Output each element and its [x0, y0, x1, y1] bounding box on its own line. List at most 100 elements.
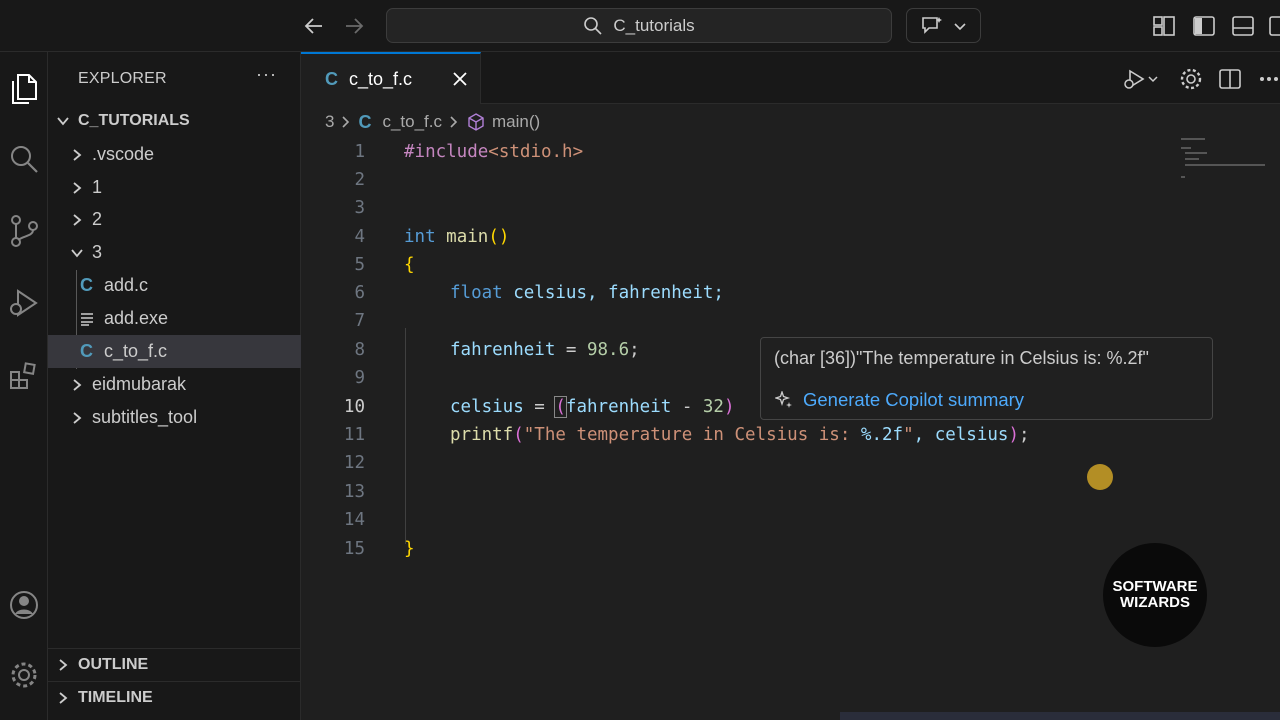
title-bar: C_tutorials — [0, 0, 1280, 52]
tree-item-label: c_to_f.c — [104, 341, 168, 361]
tree-item-folder-2[interactable]: 2 — [48, 203, 301, 236]
line-number: 5 — [354, 255, 365, 275]
line-number: 1 — [354, 142, 365, 162]
search-activity-icon[interactable] — [0, 134, 48, 184]
settings-gear-icon[interactable] — [1178, 66, 1204, 92]
run-debug-icon[interactable] — [0, 278, 48, 328]
code-line-5: { — [404, 255, 415, 275]
tree-item-label: 1 — [92, 177, 103, 197]
tree-item-folder-1[interactable]: 1 — [48, 171, 301, 204]
breadcrumb-folder[interactable]: 3 — [325, 112, 334, 132]
software-wizards-logo: SOFTWARE WIZARDS — [1103, 543, 1207, 647]
search-icon — [584, 16, 602, 35]
tree-item-label: 2 — [92, 209, 103, 229]
toggle-panel-icon[interactable] — [1231, 14, 1255, 43]
chevron-down-icon — [1148, 76, 1158, 83]
debug-run-icon — [1124, 69, 1145, 89]
toggle-sidebar-icon[interactable] — [1192, 14, 1216, 43]
more-actions-icon[interactable] — [1256, 66, 1280, 92]
line-number: 6 — [354, 283, 365, 303]
line-number: 7 — [354, 311, 365, 331]
line-number: 3 — [354, 198, 365, 218]
c-file-icon: C — [80, 341, 93, 361]
explorer-title: EXPLORER — [78, 70, 167, 87]
line-number-current: 10 — [343, 397, 365, 417]
tree-item-eidmubarak[interactable]: eidmubarak — [48, 368, 301, 401]
c-file-icon: C — [325, 68, 338, 89]
chevron-right-icon — [73, 411, 82, 424]
timeline-label: TIMELINE — [78, 688, 153, 706]
c-file-icon: C — [358, 111, 372, 132]
customize-layout-icon[interactable] — [1152, 14, 1176, 43]
outline-section[interactable]: OUTLINE — [48, 648, 301, 681]
gear-icon[interactable] — [0, 650, 48, 700]
copilot-chat-icon — [921, 16, 942, 34]
tree-item-add-c[interactable]: C add.c — [48, 269, 301, 302]
more-actions-icon[interactable]: ··· — [256, 64, 277, 85]
cube-symbol-icon — [468, 113, 484, 131]
file-lines-icon — [81, 312, 93, 326]
code-line-6: float celsius, fahrenheit; — [450, 283, 724, 303]
tab-label: c_to_f.c — [349, 68, 413, 89]
search-text: C_tutorials — [613, 15, 695, 35]
line-number: 8 — [354, 340, 365, 360]
generate-copilot-summary-link[interactable]: Generate Copilot summary — [775, 389, 1024, 411]
line-number: 14 — [343, 510, 365, 530]
chevron-right-icon — [59, 691, 68, 704]
line-number: 13 — [343, 482, 365, 502]
code-line-10: celsius = (fahrenheit - 32) — [450, 396, 735, 418]
tree-item-vscode[interactable]: .vscode — [48, 138, 301, 171]
line-number: 11 — [343, 425, 365, 445]
tree-item-subtitles-tool[interactable]: subtitles_tool — [48, 401, 301, 434]
breadcrumb: 3 C c_to_f.c main() — [325, 110, 540, 134]
line-number: 12 — [343, 453, 365, 473]
hover-signature: (char [36])"The temperature in Celsius i… — [774, 348, 1149, 368]
workspace-root-label: C_TUTORIALS — [78, 111, 190, 129]
command-center-search[interactable]: C_tutorials — [386, 8, 892, 43]
chevron-right-icon — [73, 148, 82, 161]
generate-copilot-summary-label: Generate Copilot summary — [803, 389, 1025, 410]
chevron-down-icon — [71, 248, 83, 257]
tree-item-folder-3[interactable]: 3 — [48, 236, 301, 269]
chevron-down-icon — [954, 22, 966, 30]
c-file-icon: C — [80, 275, 93, 295]
sparkle-icon — [775, 391, 792, 408]
indent-guide — [405, 328, 406, 544]
workspace-root[interactable]: C_TUTORIALS — [48, 104, 301, 137]
chevron-right-icon — [342, 116, 350, 128]
hover-tooltip: (char [36])"The temperature in Celsius i… — [760, 337, 1213, 420]
chevron-down-icon — [57, 116, 69, 125]
timeline-section[interactable]: TIMELINE — [48, 681, 301, 714]
back-arrow-icon[interactable] — [300, 12, 328, 40]
extensions-icon[interactable] — [0, 350, 48, 400]
code-line-4: int main() — [404, 227, 510, 247]
tree-item-label: subtitles_tool — [92, 407, 198, 427]
tree-item-label: 3 — [92, 242, 103, 262]
toggle-secondary-sidebar-icon[interactable] — [1268, 14, 1280, 43]
code-line-11: printf("The temperature in Celsius is: %… — [450, 425, 1030, 445]
breadcrumb-symbol[interactable]: main() — [492, 112, 540, 132]
accounts-icon[interactable] — [0, 580, 48, 630]
split-editor-icon[interactable] — [1217, 66, 1243, 92]
close-icon[interactable] — [449, 68, 471, 90]
editor-area: C c_to_f.c 3 C c_to_f.c main() 1 2 3 4 5… — [301, 52, 1280, 720]
tree-item-label: add.exe — [104, 308, 169, 328]
tree-item-c-to-f[interactable]: C c_to_f.c — [48, 335, 301, 368]
forward-arrow-icon[interactable] — [340, 12, 368, 40]
tree-item-add-exe[interactable]: add.exe — [48, 302, 301, 335]
tab-c-to-f[interactable]: C c_to_f.c — [301, 52, 481, 104]
explorer-files-icon[interactable] — [0, 64, 48, 114]
run-debug-dropdown[interactable] — [1119, 66, 1163, 92]
chevron-right-icon — [59, 658, 68, 671]
chevron-right-icon — [450, 116, 458, 128]
breadcrumb-file[interactable]: c_to_f.c — [382, 112, 442, 132]
copilot-button[interactable] — [906, 8, 981, 43]
tab-bar: C c_to_f.c — [301, 52, 1280, 104]
source-control-icon[interactable] — [0, 206, 48, 256]
chevron-right-icon — [73, 213, 82, 226]
line-number: 9 — [354, 368, 365, 388]
tree-item-label: eidmubarak — [92, 374, 187, 394]
code-line-1: #include<stdio.h> — [404, 142, 584, 162]
line-number: 15 — [343, 539, 365, 559]
code-line-8: fahrenheit = 98.6; — [450, 340, 640, 360]
